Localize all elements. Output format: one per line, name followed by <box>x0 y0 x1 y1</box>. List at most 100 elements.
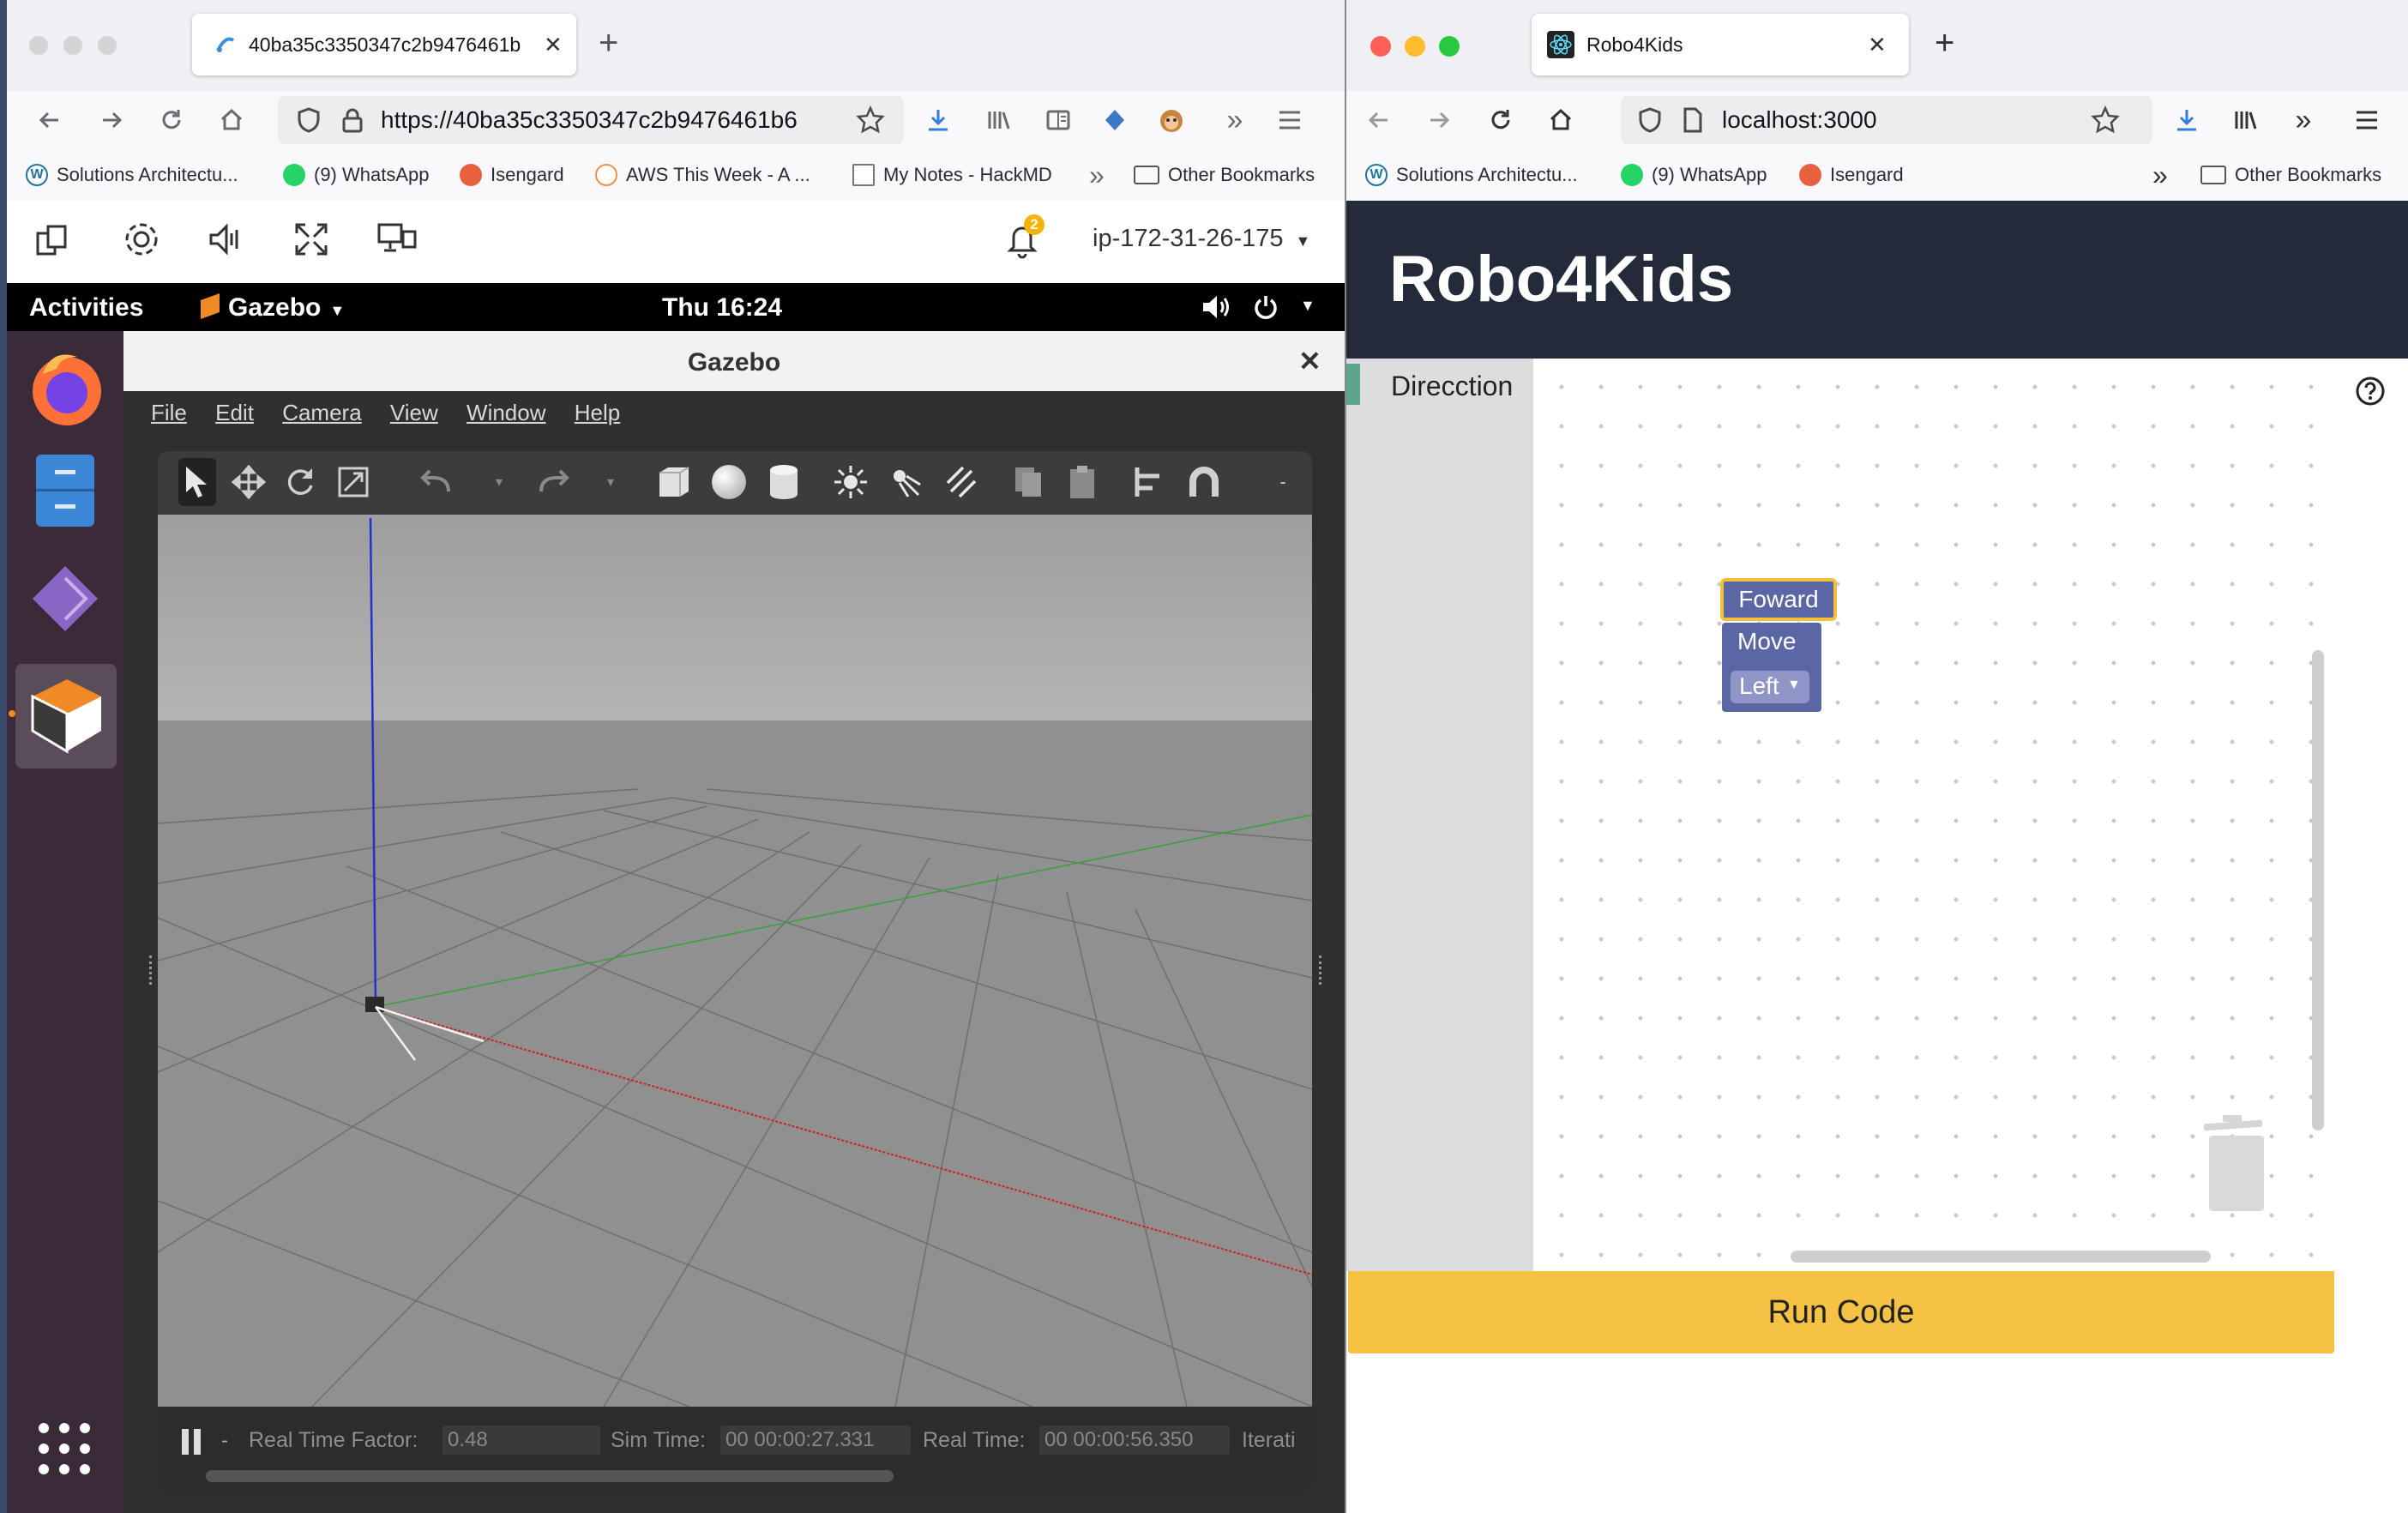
overflow-chevrons-icon[interactable]: » <box>1218 103 1252 137</box>
rotate-mode-icon[interactable] <box>281 458 319 506</box>
dcv-settings-icon[interactable] <box>122 220 161 259</box>
bookmark-item[interactable]: (9) WhatsApp <box>283 161 430 189</box>
pause-icon[interactable] <box>178 1427 204 1456</box>
back-icon[interactable] <box>33 103 67 137</box>
bookmarks-overflow-icon[interactable]: » <box>2152 160 2168 190</box>
hamburger-menu-icon[interactable] <box>2350 103 2384 137</box>
undo-history-icon[interactable]: ▾ <box>480 458 518 506</box>
left-url-bar[interactable]: https://40ba35c3350347c2b9476461b6 <box>278 96 904 144</box>
menu-camera[interactable]: Camera <box>282 400 361 425</box>
bookmark-item[interactable]: (9) WhatsApp <box>1621 161 1767 189</box>
scale-mode-icon[interactable] <box>334 458 372 506</box>
window-close-dot[interactable] <box>29 36 48 55</box>
tab-dcv[interactable]: 40ba35c3350347c2b9476461b ✕ <box>192 14 576 75</box>
page-info-icon[interactable] <box>1683 107 1707 133</box>
window-zoom-dot[interactable] <box>1439 36 1460 57</box>
paste-icon[interactable] <box>1063 458 1101 506</box>
tracking-shield-icon[interactable] <box>297 107 322 133</box>
menu-view[interactable]: View <box>390 400 438 425</box>
window-minimize-dot[interactable] <box>63 36 82 55</box>
back-icon[interactable] <box>1362 103 1396 137</box>
undo-icon[interactable] <box>417 458 455 506</box>
block-forward[interactable]: Foward <box>1720 578 1837 621</box>
toolbar-overflow-icon[interactable]: - <box>1264 458 1302 506</box>
reader-view-icon[interactable] <box>1041 103 1075 137</box>
translate-mode-icon[interactable] <box>230 458 268 506</box>
bookmarks-overflow-icon[interactable]: » <box>1089 160 1105 190</box>
home-icon[interactable] <box>214 103 249 137</box>
bookmark-item[interactable]: My Notes - HackMD <box>852 161 1052 189</box>
bookmark-star-icon[interactable] <box>2091 105 2120 135</box>
new-tab-button[interactable]: + <box>1935 26 1954 60</box>
status-scrollbar[interactable] <box>206 1470 894 1482</box>
bookmark-item[interactable]: AWS This Week - A ... <box>595 161 810 189</box>
downloads-icon[interactable] <box>921 103 955 137</box>
extension-monkey-icon[interactable] <box>1154 103 1189 137</box>
select-mode-icon[interactable] <box>178 458 216 506</box>
volume-icon[interactable] <box>1201 293 1231 321</box>
reload-icon[interactable] <box>1484 103 1518 137</box>
redo-history-icon[interactable]: ▾ <box>592 458 629 506</box>
dcv-notifications-icon[interactable]: 2 <box>1005 214 1044 259</box>
block-move[interactable]: Move Left ▼ <box>1722 623 1821 712</box>
magnet-snap-icon[interactable] <box>1185 458 1223 506</box>
right-panel-handle[interactable] <box>1319 955 1325 985</box>
menu-help[interactable]: Help <box>575 400 620 425</box>
firefox-dock-icon[interactable] <box>26 348 108 431</box>
menu-window[interactable]: Window <box>467 400 545 425</box>
library-icon[interactable] <box>981 103 1015 137</box>
dcv-sessions-icon[interactable] <box>34 221 72 259</box>
home-icon[interactable] <box>1544 103 1578 137</box>
left-panel-handle[interactable] <box>149 955 155 985</box>
box-shape-icon[interactable] <box>655 458 693 506</box>
dcv-fullscreen-icon[interactable] <box>292 220 331 259</box>
bookmark-item[interactable]: W Solutions Architectu... <box>26 161 238 189</box>
forward-icon[interactable] <box>94 103 129 137</box>
gazebo-dock-active[interactable] <box>9 664 117 769</box>
new-tab-button[interactable]: + <box>599 26 618 60</box>
redo-icon[interactable] <box>535 458 573 506</box>
point-light-icon[interactable] <box>832 458 870 506</box>
direction-dropdown[interactable]: Left ▼ <box>1731 671 1809 703</box>
show-apps-grid-icon[interactable] <box>36 1420 93 1477</box>
reload-icon[interactable] <box>154 103 189 137</box>
gazebo-3d-viewport[interactable] <box>158 515 1312 1407</box>
other-bookmarks[interactable]: Other Bookmarks <box>1134 161 1315 189</box>
bookmark-item[interactable]: Isengard <box>1799 161 1904 189</box>
close-tab-icon[interactable]: ✕ <box>1868 32 1887 58</box>
gazebo-close-icon[interactable]: ✕ <box>1298 345 1321 377</box>
run-code-button[interactable]: Run Code <box>1348 1271 2334 1353</box>
workspace-horizontal-scrollbar[interactable] <box>1791 1251 2211 1263</box>
extension-diamond-icon[interactable] <box>1098 103 1132 137</box>
forward-icon[interactable] <box>1422 103 1456 137</box>
cylinder-shape-icon[interactable] <box>765 458 803 506</box>
align-icon[interactable] <box>1130 458 1168 506</box>
workspace-vertical-scrollbar[interactable] <box>2312 650 2324 1130</box>
system-menu-chevron-icon[interactable]: ▼ <box>1300 297 1315 315</box>
overflow-chevrons-icon[interactable]: » <box>2286 103 2321 137</box>
other-bookmarks[interactable]: Other Bookmarks <box>2200 161 2381 189</box>
window-zoom-dot[interactable] <box>98 36 117 55</box>
window-minimize-dot[interactable] <box>1405 36 1425 57</box>
software-dock-icon[interactable] <box>29 563 101 635</box>
menu-edit[interactable]: Edit <box>215 400 254 425</box>
spot-light-icon[interactable] <box>887 458 924 506</box>
window-close-dot[interactable] <box>1370 36 1391 57</box>
close-tab-icon[interactable]: ✕ <box>544 32 563 58</box>
help-icon[interactable] <box>2355 376 2386 407</box>
bookmark-star-icon[interactable] <box>856 105 885 135</box>
dcv-audio-icon[interactable] <box>206 220 245 259</box>
hamburger-menu-icon[interactable] <box>1273 103 1307 137</box>
downloads-icon[interactable] <box>2170 103 2204 137</box>
right-url-bar[interactable]: localhost:3000 <box>1621 96 2152 144</box>
menu-file[interactable]: File <box>151 400 187 425</box>
toolbox-category-direction[interactable]: Direcction <box>1346 364 1533 405</box>
bookmark-item[interactable]: W Solutions Architectu... <box>1365 161 1578 189</box>
bookmark-item[interactable]: Isengard <box>460 161 564 189</box>
library-icon[interactable] <box>2228 103 2262 137</box>
app-menu[interactable]: Gazebo ▼ <box>201 292 345 322</box>
sphere-shape-icon[interactable] <box>710 458 748 506</box>
directional-light-icon[interactable] <box>942 458 979 506</box>
dcv-display-icon[interactable] <box>376 220 418 259</box>
tracking-shield-icon[interactable] <box>1638 107 1664 133</box>
